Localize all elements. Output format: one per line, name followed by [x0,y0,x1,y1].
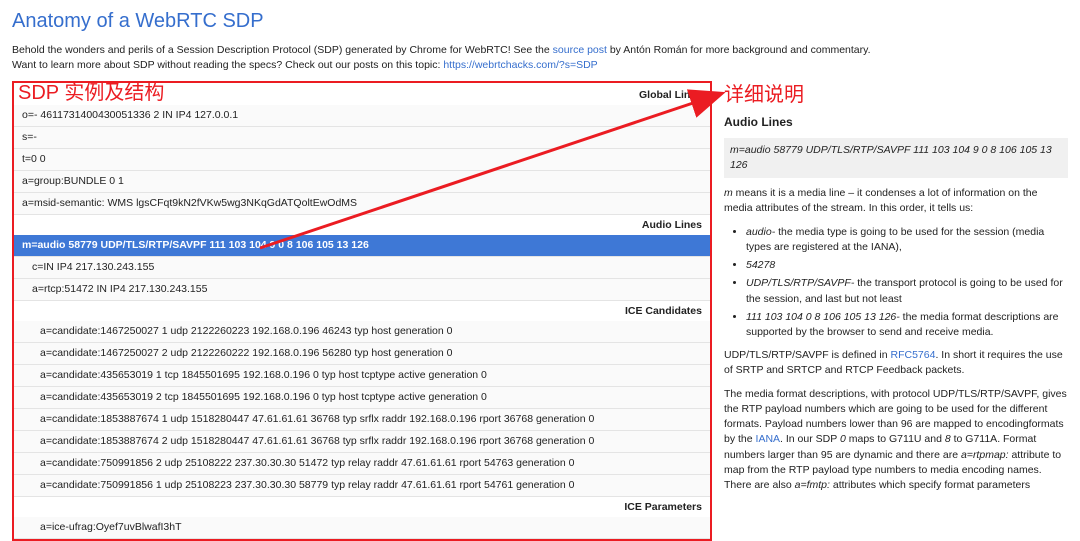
sdp-line[interactable]: a=candidate:1467250027 1 udp 2122260223 … [14,321,710,343]
section-header-ice-parameters: ICE Parameters [14,497,710,517]
detail-em: audio- [746,226,775,238]
right-annotation-label: 详细说明 [724,81,1068,110]
list-item: UDP/TLS/RTP/SAVPF- the transport protoco… [746,276,1068,306]
sdp-line[interactable]: o=- 4611731400430051336 2 IN IP4 127.0.0… [14,105,710,127]
detail-em: m [724,187,733,199]
sdp-line[interactable]: c=IN IP4 217.130.243.155 [14,257,710,279]
detail-paragraph: The media format descriptions, with prot… [724,387,1068,494]
sdp-line[interactable]: a=msid-semantic: WMS lgsCFqt9kN2fVKw5wg3… [14,193,710,215]
detail-paragraph: UDP/TLS/RTP/SAVPF is defined in RFC5764.… [724,348,1068,378]
list-item: 111 103 104 0 8 106 105 13 126- the medi… [746,310,1068,340]
hacks-link[interactable]: https://webrtchacks.com/?s=SDP [443,59,597,71]
sdp-panel-outline: Global Lines o=- 4611731400430051336 2 I… [12,81,712,541]
detail-pane: 详细说明 Audio Lines m=audio 58779 UDP/TLS/R… [724,81,1068,541]
rfc-link[interactable]: RFC5764 [891,349,936,361]
detail-text: maps to G711U and [846,433,945,445]
detail-em: 54278 [746,259,775,271]
sdp-line[interactable]: a=rtcp:51472 IN IP4 217.130.243.155 [14,279,710,301]
sdp-line-selected[interactable]: m=audio 58779 UDP/TLS/RTP/SAVPF 111 103 … [14,235,710,257]
intro-text-b: by Antón Román for more background and c… [610,44,871,56]
detail-header: Audio Lines [724,114,1068,131]
detail-text: UDP/TLS/RTP/SAVPF is defined in [724,349,891,361]
sdp-line[interactable]: a=candidate:1853887674 1 udp 1518280447 … [14,409,710,431]
left-annotation-label: SDP 实例及结构 [18,83,164,103]
section-header-ice-candidates: ICE Candidates [14,301,710,321]
detail-em: 111 103 104 0 8 106 105 13 126- [746,311,900,323]
source-post-link[interactable]: source post [553,44,607,56]
intro-text-a: Behold the wonders and perils of a Sessi… [12,44,553,56]
list-item: audio- the media type is going to be use… [746,225,1068,255]
sdp-line[interactable]: t=0 0 [14,149,710,171]
detail-text: attributes which specify format paramete… [830,479,1030,491]
detail-em: a=rtpmap: [961,449,1009,461]
sdp-line[interactable]: a=candidate:1467250027 2 udp 2122260222 … [14,343,710,365]
page-title: Anatomy of a WebRTC SDP [12,10,1068,33]
detail-list: audio- the media type is going to be use… [724,225,1068,341]
sdp-line[interactable]: s=- [14,127,710,149]
detail-line-box: m=audio 58779 UDP/TLS/RTP/SAVPF 111 103 … [724,138,1068,178]
sdp-line[interactable]: a=candidate:435653019 1 tcp 1845501695 1… [14,365,710,387]
intro-text: Behold the wonders and perils of a Sessi… [12,43,1068,73]
detail-text: means it is a media line – it condenses … [724,187,1037,214]
sdp-line[interactable]: a=candidate:750991856 1 udp 25108223 237… [14,475,710,497]
detail-em: UDP/TLS/RTP/SAVPF- [746,277,854,289]
sdp-line[interactable]: a=candidate:1853887674 2 udp 1518280447 … [14,431,710,453]
sdp-line[interactable]: a=ice-ufrag:Oyef7uvBlwafI3hT [14,517,710,539]
sdp-line[interactable]: a=group:BUNDLE 0 1 [14,171,710,193]
list-item: 54278 [746,258,1068,273]
detail-em: a=fmtp: [795,479,830,491]
sdp-line[interactable]: a=candidate:750991856 2 udp 25108222 237… [14,453,710,475]
sdp-line[interactable]: a=candidate:435653019 2 tcp 1845501695 1… [14,387,710,409]
detail-paragraph: m means it is a media line – it condense… [724,186,1068,216]
iana-link[interactable]: IANA [756,433,781,445]
detail-text: the media type is going to be used for t… [746,226,1044,253]
section-header-audio: Audio Lines [14,215,710,235]
intro-text-c: Want to learn more about SDP without rea… [12,59,443,71]
detail-text: . In our SDP [780,433,840,445]
